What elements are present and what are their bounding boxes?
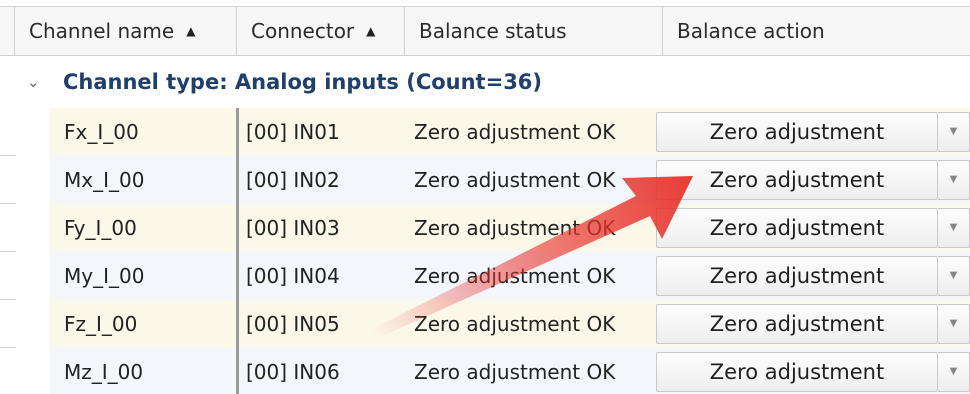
connector-cell: [00] IN06	[246, 360, 340, 384]
column-header-row: Channel name ▲ Connector ▲ Balance status …	[0, 6, 970, 56]
dropdown-arrow-icon[interactable]: ▼	[938, 160, 970, 200]
table-row[interactable]: Fy_I_00 [00] IN03 Zero adjustment OK Zer…	[50, 204, 970, 252]
channel-name-cell: Fx_I_00	[64, 120, 139, 144]
gutter-divider	[0, 299, 16, 300]
zero-adjustment-button[interactable]: Zero adjustment	[656, 352, 938, 392]
column-separator	[236, 108, 239, 394]
channel-name-cell: Fz_I_00	[64, 312, 138, 336]
row-indicator-gutter	[0, 108, 50, 394]
dropdown-arrow-icon[interactable]: ▼	[938, 256, 970, 296]
connector-cell: [00] IN04	[246, 264, 340, 288]
zero-adjustment-button[interactable]: Zero adjustment	[656, 208, 938, 248]
table-row[interactable]: Fz_I_00 [00] IN05 Zero adjustment OK Zer…	[50, 300, 970, 348]
dropdown-arrow-icon[interactable]: ▼	[938, 352, 970, 392]
dropdown-arrow-icon[interactable]: ▼	[938, 304, 970, 344]
balance-grid: Channel name ▲ Connector ▲ Balance status …	[0, 0, 970, 394]
sort-ascending-icon: ▲	[366, 24, 376, 38]
balance-status-cell: Zero adjustment OK	[414, 120, 616, 144]
zero-adjustment-button[interactable]: Zero adjustment	[656, 160, 938, 200]
column-header-channel-name[interactable]: Channel name ▲	[14, 7, 236, 55]
balance-status-cell: Zero adjustment OK	[414, 168, 616, 192]
group-row-analog-inputs[interactable]: ⌄ Channel type: Analog inputs (Count=36)	[0, 56, 970, 108]
table-row[interactable]: Mx_I_00 [00] IN02 Zero adjustment OK Zer…	[50, 156, 970, 204]
balance-status-cell: Zero adjustment OK	[414, 312, 616, 336]
connector-cell: [00] IN03	[246, 216, 340, 240]
zero-adjustment-button[interactable]: Zero adjustment	[656, 304, 938, 344]
channel-name-cell: Mz_I_00	[64, 360, 144, 384]
group-label: Channel type: Analog inputs (Count=36)	[63, 70, 543, 94]
column-header-label: Balance status	[419, 19, 567, 43]
balance-status-cell: Zero adjustment OK	[414, 216, 616, 240]
dropdown-arrow-icon[interactable]: ▼	[938, 208, 970, 248]
connector-cell: [00] IN02	[246, 168, 340, 192]
column-header-balance-status[interactable]: Balance status	[404, 7, 662, 55]
dropdown-arrow-icon[interactable]: ▼	[938, 112, 970, 152]
gutter-divider	[0, 203, 16, 204]
column-header-label: Balance action	[677, 19, 825, 43]
zero-adjustment-button[interactable]: Zero adjustment	[656, 256, 938, 296]
gutter-divider	[0, 251, 16, 252]
connector-cell: [00] IN01	[246, 120, 340, 144]
gutter-divider	[0, 155, 16, 156]
channel-name-cell: Mx_I_00	[64, 168, 145, 192]
column-header-balance-action[interactable]: Balance action	[662, 7, 970, 55]
channel-name-cell: My_I_00	[64, 264, 145, 288]
balance-status-cell: Zero adjustment OK	[414, 360, 616, 384]
sort-ascending-icon: ▲	[186, 24, 196, 38]
table-row[interactable]: My_I_00 [00] IN04 Zero adjustment OK Zer…	[50, 252, 970, 300]
table-row[interactable]: Fx_I_00 [00] IN01 Zero adjustment OK Zer…	[50, 108, 970, 156]
zero-adjustment-button[interactable]: Zero adjustment	[656, 112, 938, 152]
table-row[interactable]: Mz_I_00 [00] IN06 Zero adjustment OK Zer…	[50, 348, 970, 394]
gutter-divider	[0, 347, 16, 348]
balance-status-cell: Zero adjustment OK	[414, 264, 616, 288]
column-header-label: Connector	[251, 19, 355, 43]
column-header-label: Channel name	[29, 19, 175, 43]
chevron-down-icon[interactable]: ⌄	[27, 73, 40, 91]
channel-name-cell: Fy_I_00	[64, 216, 137, 240]
connector-cell: [00] IN05	[246, 312, 340, 336]
column-header-connector[interactable]: Connector ▲	[236, 7, 404, 55]
